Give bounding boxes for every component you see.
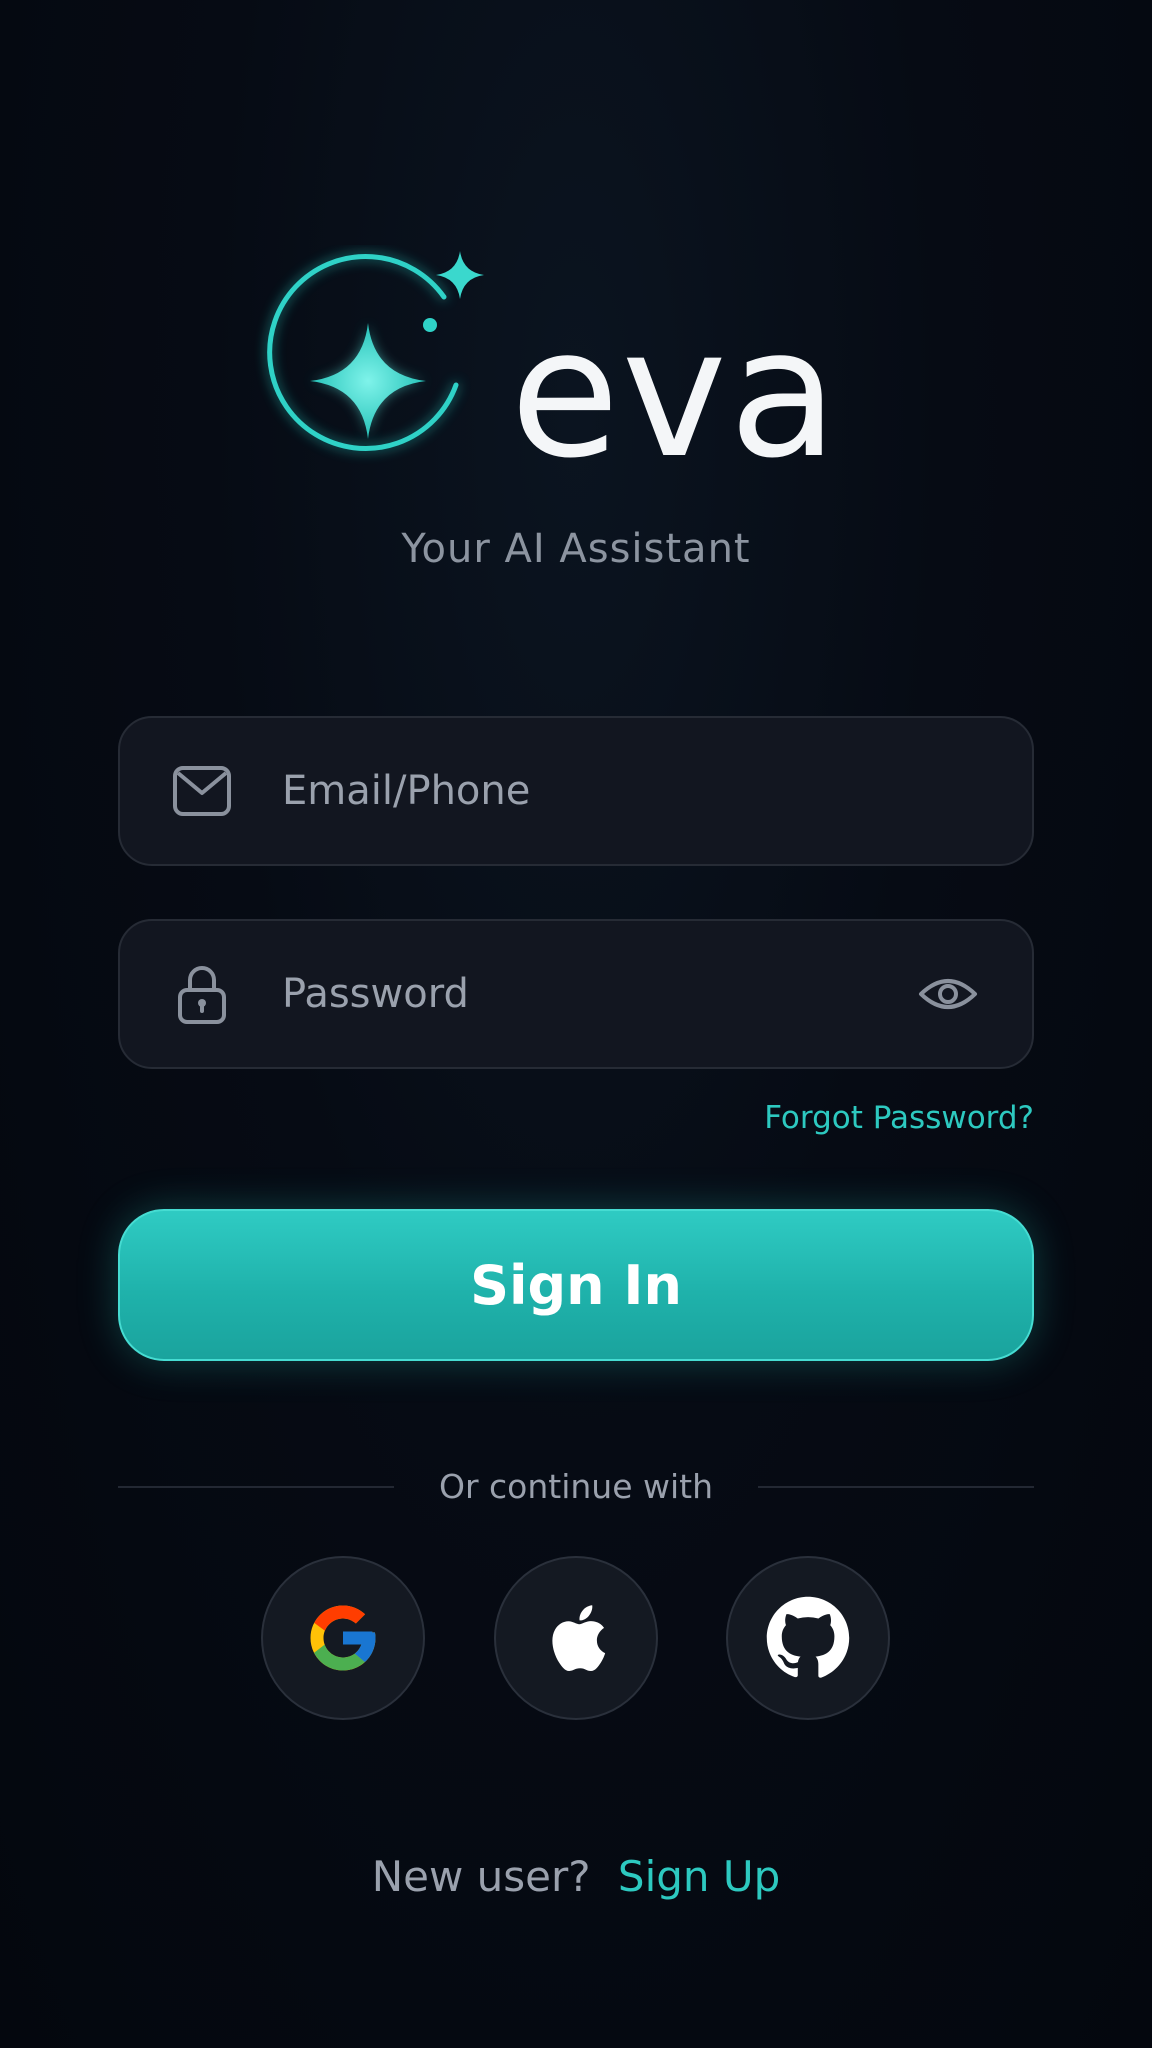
- sign-in-button[interactable]: Sign In: [118, 1209, 1034, 1361]
- login-screen: eva Your AI Assistant Email/Phone Forgot…: [0, 0, 1152, 2048]
- divider-line-right: [758, 1486, 1034, 1488]
- google-icon: [310, 1605, 376, 1671]
- password-field[interactable]: [118, 919, 1034, 1069]
- github-icon: [766, 1596, 850, 1678]
- lock-icon: [172, 964, 232, 1024]
- google-login-button[interactable]: [261, 1556, 425, 1720]
- forgot-password-link[interactable]: Forgot Password?: [764, 1100, 1034, 1136]
- social-divider: Or continue with: [118, 1462, 1034, 1512]
- sparkle-orbit-icon: [266, 251, 484, 452]
- email-input[interactable]: [282, 718, 882, 864]
- sign-up-link[interactable]: Sign Up: [618, 1852, 780, 1901]
- apple-icon: [552, 1605, 606, 1672]
- password-input[interactable]: [282, 921, 882, 1067]
- brand-logo: eva: [250, 245, 910, 495]
- signup-prompt-text: New user?: [371, 1852, 591, 1901]
- mail-icon: [172, 761, 232, 821]
- apple-login-button[interactable]: [494, 1556, 658, 1720]
- github-login-button[interactable]: [726, 1556, 890, 1720]
- brand-wordmark: eva: [510, 290, 840, 497]
- eye-icon[interactable]: [916, 962, 980, 1026]
- social-login-buttons: [0, 1556, 1152, 1720]
- email-field[interactable]: [118, 716, 1034, 866]
- signup-prompt: New user? Sign Up: [0, 1852, 1152, 1901]
- tagline: Your AI Assistant: [401, 526, 751, 572]
